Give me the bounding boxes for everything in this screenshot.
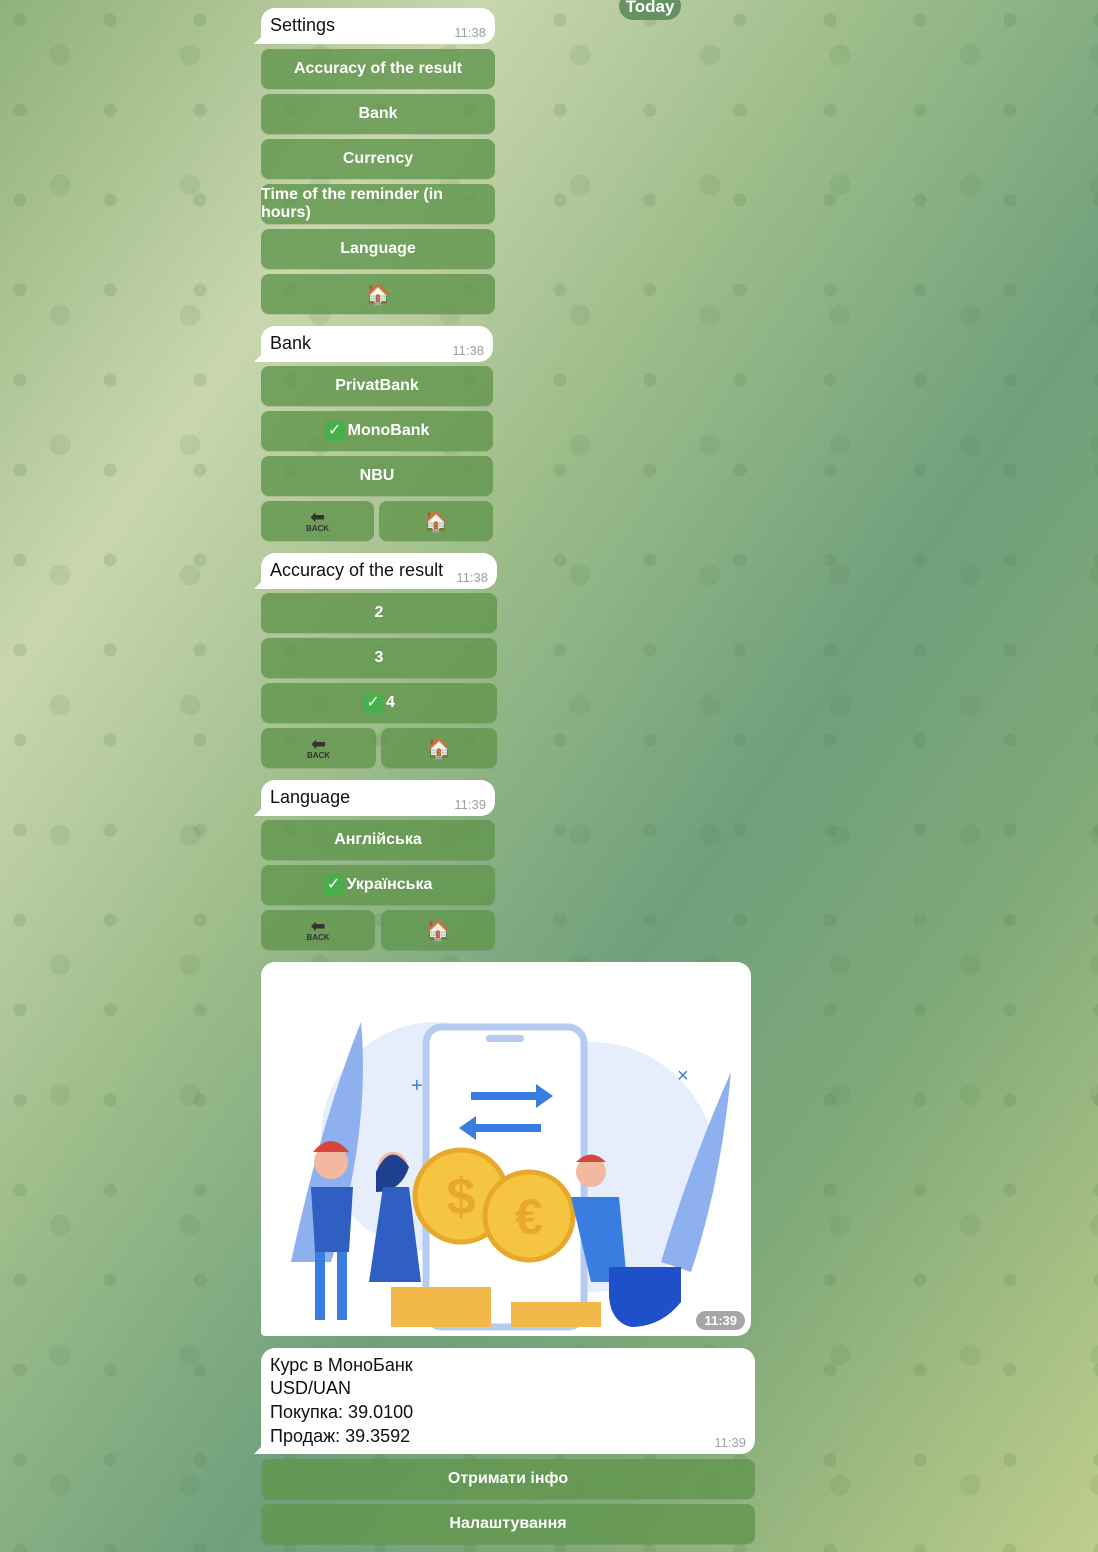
currency-button[interactable]: Currency (261, 139, 495, 179)
house-icon: 🏠 (365, 283, 391, 306)
privatbank-button[interactable]: PrivatBank (261, 366, 493, 406)
accuracy-button[interactable]: Accuracy of the result (261, 49, 495, 89)
message-text: Accuracy of the result (270, 560, 444, 580)
accuracy-3-button[interactable]: 3 (261, 638, 497, 678)
message-text: Bank (270, 333, 312, 353)
english-button[interactable]: Англійська (261, 820, 495, 860)
home-button[interactable]: 🏠 (381, 910, 495, 950)
reminder-time-button[interactable]: Time of the reminder (in hours) (261, 184, 495, 224)
settings-message: Settings 11:38 (254, 8, 495, 44)
rate-buy-line: Покупка: 39.0100 (270, 1402, 414, 1422)
language-button[interactable]: Language (261, 229, 495, 269)
bank-message: Bank 11:38 (254, 326, 493, 362)
exchange-rate-message: Курс в МоноБанк USD/UAN Покупка: 39.0100… (254, 1348, 755, 1454)
home-button[interactable]: 🏠 (381, 728, 497, 768)
message-text: Settings (270, 15, 336, 35)
back-button[interactable]: ⬅ BACK (261, 910, 375, 950)
accuracy-2-button[interactable]: 2 (261, 593, 497, 633)
message-time: 11:39 (696, 1311, 745, 1330)
message-time: 11:38 (456, 570, 488, 585)
currency-exchange-illustration: $ € + + × (291, 1022, 731, 1331)
house-icon: 🏠 (423, 510, 449, 533)
rate-sell-line: Продаж: 39.3592 (270, 1426, 411, 1446)
message-time: 11:39 (714, 1435, 746, 1450)
home-button[interactable]: 🏠 (379, 501, 493, 541)
back-arrow-icon: ⬅ BACK (305, 506, 330, 533)
rate-pair-line: USD/UAN (270, 1378, 352, 1398)
check-icon: ✓ (324, 421, 345, 441)
date-separator: Today (619, 0, 681, 20)
back-button[interactable]: ⬅ BACK (261, 501, 374, 541)
svg-text:×: × (677, 1065, 689, 1087)
message-time: 11:38 (452, 343, 484, 358)
accuracy-4-button[interactable]: ✓ 4 (261, 683, 497, 723)
nbu-button[interactable]: NBU (261, 456, 493, 496)
back-button[interactable]: ⬅ BACK (261, 728, 376, 768)
house-icon: 🏠 (425, 919, 451, 942)
home-button[interactable]: 🏠 (261, 274, 495, 314)
ukrainian-button[interactable]: ✓ Українська (261, 865, 495, 905)
check-icon: ✓ (363, 693, 384, 713)
language-message: Language 11:39 (254, 780, 495, 816)
svg-text:$: $ (447, 1168, 476, 1226)
exchange-illustration-photo[interactable]: $ € + + × 11:39 (261, 962, 751, 1336)
back-arrow-icon: ⬅ BACK (306, 915, 330, 942)
check-icon: ✓ (323, 875, 344, 895)
rate-bank-line: Курс в МоноБанк (270, 1355, 413, 1375)
back-arrow-icon: ⬅ BACK (306, 733, 331, 760)
svg-text:+: + (411, 1075, 423, 1097)
settings-button[interactable]: Налаштування (261, 1504, 755, 1544)
message-time: 11:39 (454, 797, 486, 812)
house-icon: 🏠 (426, 737, 452, 760)
bank-button[interactable]: Bank (261, 94, 495, 134)
message-time: 11:38 (454, 25, 486, 40)
message-text: Language (270, 787, 351, 807)
get-info-button[interactable]: Отримати інфо (261, 1459, 755, 1499)
accuracy-message: Accuracy of the result 11:38 (254, 553, 497, 589)
monobank-button[interactable]: ✓ MonoBank (261, 411, 493, 451)
svg-text:+: + (611, 1027, 623, 1049)
svg-text:€: € (515, 1189, 543, 1245)
